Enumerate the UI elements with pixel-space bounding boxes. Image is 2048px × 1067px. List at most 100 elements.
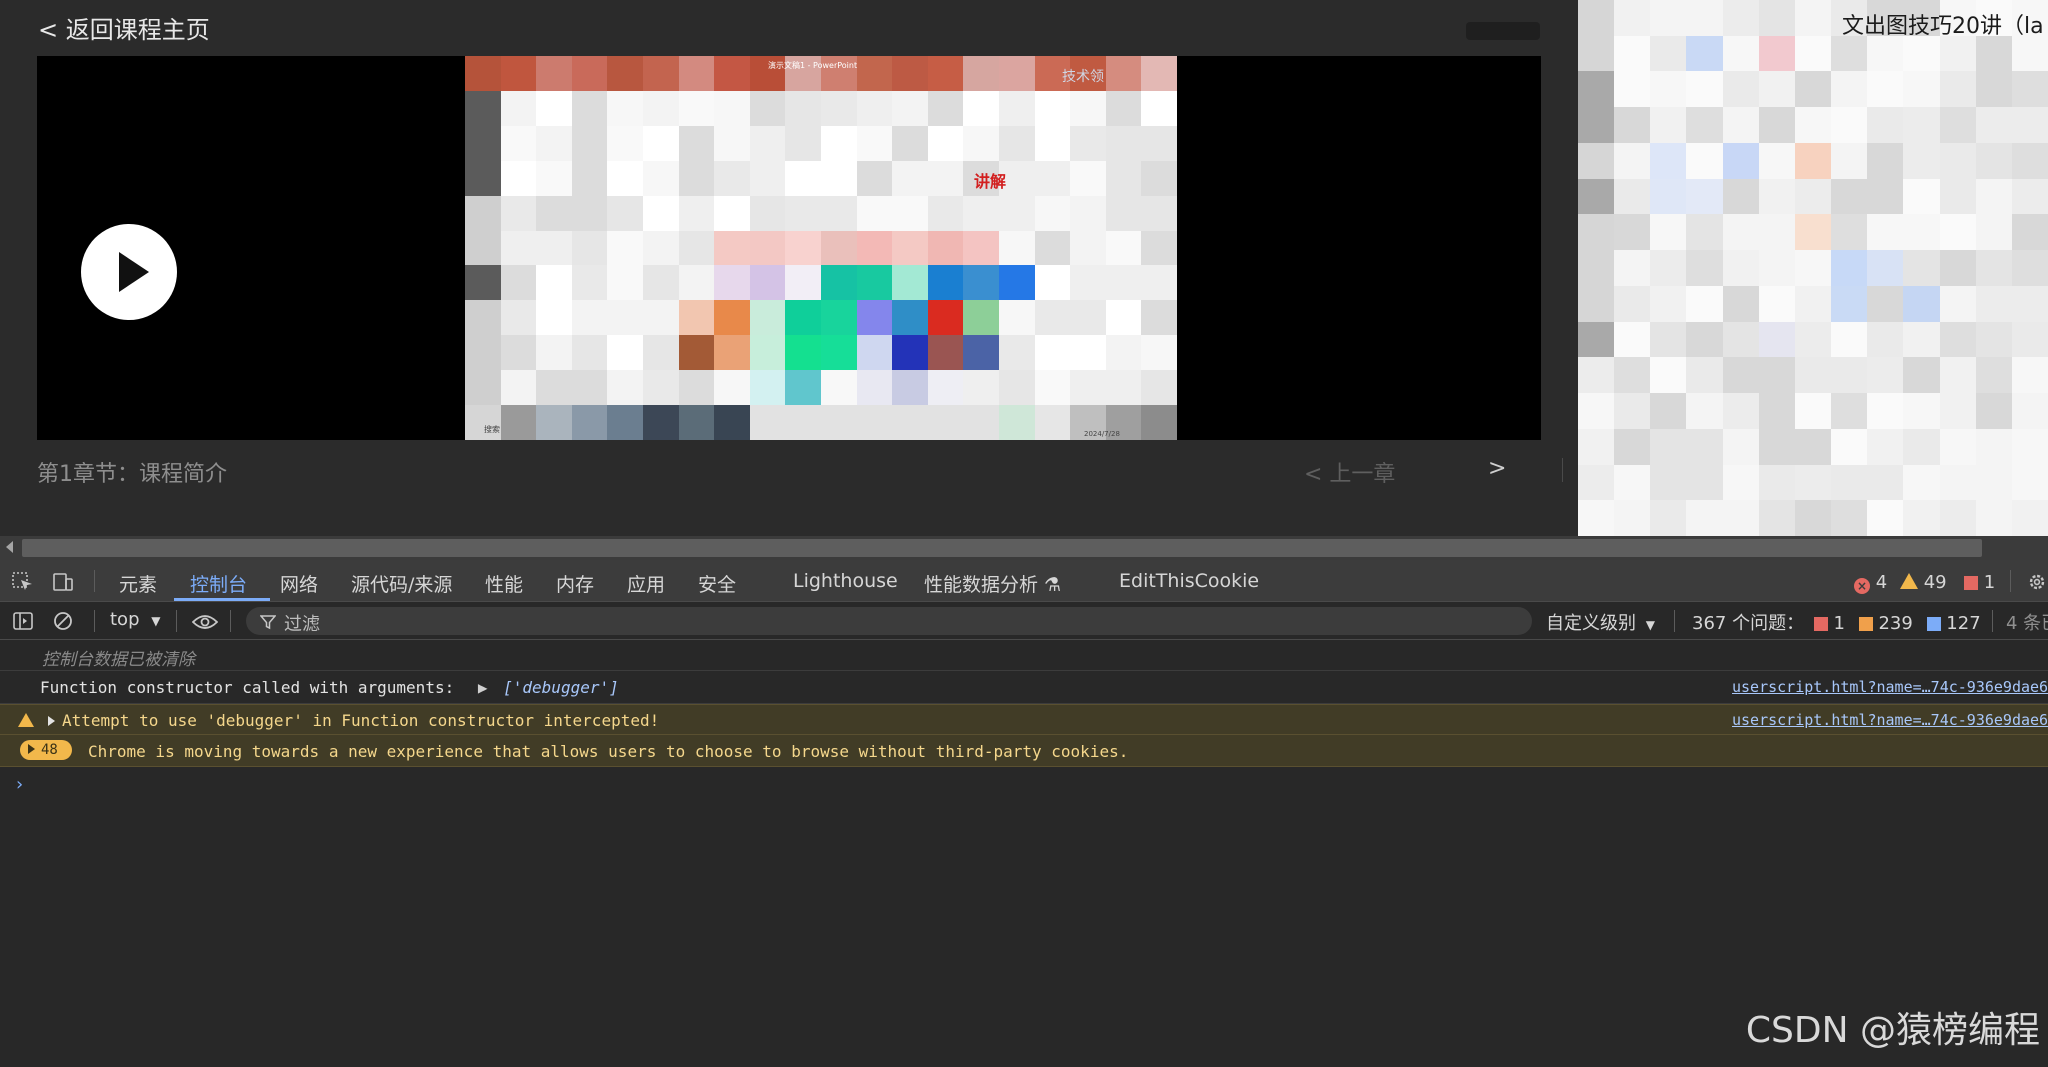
mosaic-cell bbox=[500, 230, 537, 266]
tab-security[interactable]: 安全 bbox=[698, 570, 736, 597]
mosaic-cell bbox=[820, 160, 857, 196]
warning-count[interactable]: 49 bbox=[1900, 572, 1947, 593]
device-toolbar-icon[interactable] bbox=[52, 572, 74, 592]
mosaic-cell bbox=[465, 230, 501, 266]
log-argument[interactable]: ['debugger'] bbox=[503, 678, 619, 697]
context-selector[interactable]: top ▼ bbox=[110, 609, 160, 630]
mosaic-cell bbox=[1939, 500, 1976, 536]
page-horizontal-scrollbar[interactable] bbox=[0, 536, 2048, 560]
mosaic-cell bbox=[1650, 0, 1687, 36]
mosaic-cell bbox=[571, 230, 608, 266]
mosaic-cell bbox=[1939, 285, 1976, 322]
mosaic-cell bbox=[1722, 250, 1759, 286]
prev-chapter-button[interactable]: < 上一章 bbox=[1304, 456, 1395, 488]
mosaic-cell bbox=[927, 265, 964, 301]
mosaic-cell bbox=[536, 370, 572, 406]
tab-console[interactable]: 控制台 bbox=[190, 570, 247, 597]
tab-application[interactable]: 应用 bbox=[627, 570, 665, 597]
mosaic-cell bbox=[1975, 285, 2012, 322]
mosaic-cell bbox=[1650, 428, 1687, 465]
tab-editthiscookie[interactable]: EditThisCookie bbox=[1119, 570, 1259, 592]
back-to-course-link[interactable]: < 返回课程主页 bbox=[38, 10, 210, 45]
mosaic-cell bbox=[1141, 405, 1177, 440]
console-input[interactable] bbox=[40, 768, 2030, 802]
mosaic-cell bbox=[2011, 35, 2048, 72]
mosaic-cell bbox=[465, 335, 501, 371]
mosaic-cell bbox=[1975, 428, 2012, 465]
console-warning-row[interactable]: Attempt to use 'debugger' in Function co… bbox=[0, 704, 2048, 735]
tab-elements[interactable]: 元素 bbox=[119, 570, 157, 597]
mosaic-cell bbox=[785, 335, 821, 371]
clear-console-icon[interactable] bbox=[52, 611, 74, 631]
mosaic-cell bbox=[607, 230, 643, 266]
mosaic-cell bbox=[856, 265, 893, 301]
mosaic-cell bbox=[963, 230, 999, 266]
mosaic-cell bbox=[500, 300, 537, 336]
mosaic-cell bbox=[820, 90, 857, 126]
mosaic-cell bbox=[642, 300, 679, 336]
console-filter-input[interactable]: 过滤 bbox=[246, 607, 1532, 635]
next-chapter-button[interactable]: > bbox=[1488, 456, 1506, 481]
mosaic-cell bbox=[1794, 71, 1832, 108]
sidebar-toggle-icon[interactable] bbox=[12, 611, 34, 631]
tab-network[interactable]: 网络 bbox=[280, 570, 318, 597]
mosaic-cell bbox=[1722, 0, 1759, 36]
mosaic-cell bbox=[642, 195, 679, 231]
play-icon[interactable] bbox=[81, 224, 177, 320]
toolbar-divider bbox=[1674, 610, 1675, 632]
mosaic-cell bbox=[1831, 393, 1868, 429]
issues-summary-button[interactable]: 367 个问题： 1 239 127 bbox=[1692, 609, 1981, 635]
source-link[interactable]: userscript.html?name=…74c-936e9dae6 bbox=[1732, 711, 2048, 729]
mosaic-cell bbox=[1070, 90, 1106, 126]
settings-gear-icon[interactable] bbox=[2026, 572, 2048, 592]
mosaic-cell bbox=[998, 195, 1035, 231]
mosaic-cell bbox=[749, 370, 786, 406]
inspect-element-icon[interactable] bbox=[12, 572, 34, 592]
error-count[interactable]: × 4 bbox=[1854, 572, 1887, 594]
group-count-badge[interactable]: 48 bbox=[20, 740, 72, 760]
mosaic-cell bbox=[500, 195, 537, 231]
mosaic-cell bbox=[927, 90, 964, 126]
mosaic-cell bbox=[607, 195, 643, 231]
issues-count[interactable]: 1 bbox=[1964, 572, 1995, 593]
mosaic-cell bbox=[1034, 335, 1071, 371]
mosaic-cell bbox=[1794, 285, 1832, 322]
group-text: Chrome is moving towards a new experienc… bbox=[88, 742, 1129, 761]
expand-arrow-icon[interactable]: ▶ bbox=[478, 678, 488, 697]
mosaic-cell bbox=[998, 370, 1035, 406]
mosaic-cell bbox=[1686, 35, 1723, 72]
mosaic-cell bbox=[1034, 90, 1071, 126]
live-expression-eye-icon[interactable] bbox=[192, 612, 218, 632]
tab-sources[interactable]: 源代码/来源 bbox=[351, 570, 452, 597]
mosaic-cell bbox=[1758, 357, 1795, 394]
mosaic-cell bbox=[1975, 393, 2012, 429]
mosaic-cell bbox=[820, 125, 857, 161]
mosaic-cell bbox=[963, 405, 999, 440]
mosaic-cell bbox=[1758, 71, 1795, 108]
devtools-tab-bar: 元素 控制台 网络 源代码/来源 性能 内存 应用 安全 Lighthouse … bbox=[0, 560, 2048, 602]
tab-memory[interactable]: 内存 bbox=[556, 570, 594, 597]
console-cleared-message: 控制台数据已被清除 bbox=[0, 640, 2048, 671]
mosaic-cell bbox=[1758, 321, 1795, 358]
mosaic-cell bbox=[678, 335, 715, 371]
mosaic-cell bbox=[1794, 500, 1832, 536]
scroll-left-icon[interactable] bbox=[6, 541, 13, 553]
tab-performance[interactable]: 性能 bbox=[485, 570, 523, 597]
mosaic-cell bbox=[1686, 142, 1723, 179]
tab-performance-insights[interactable]: 性能数据分析 ⚗ bbox=[924, 570, 1061, 597]
mosaic-cell bbox=[1903, 250, 1940, 286]
log-level-selector[interactable]: 自定义级别 ▼ bbox=[1546, 609, 1655, 635]
mosaic-cell bbox=[1105, 335, 1142, 371]
tab-lighthouse[interactable]: Lighthouse bbox=[793, 570, 898, 592]
expand-arrow-icon[interactable] bbox=[48, 716, 55, 726]
mosaic-cell bbox=[1686, 285, 1723, 322]
scrollbar-thumb[interactable] bbox=[22, 539, 1982, 557]
video-player[interactable] bbox=[37, 56, 1541, 440]
mosaic-cell bbox=[1650, 178, 1687, 215]
mosaic-cell bbox=[678, 230, 715, 266]
mosaic-cell bbox=[1975, 357, 2012, 394]
source-link[interactable]: userscript.html?name=…74c-936e9dae6 bbox=[1732, 678, 2048, 696]
mosaic-cell bbox=[1722, 500, 1759, 536]
issue-info-icon bbox=[1926, 617, 1941, 631]
console-warning-group[interactable]: 48 Chrome is moving towards a new experi… bbox=[0, 735, 2048, 767]
